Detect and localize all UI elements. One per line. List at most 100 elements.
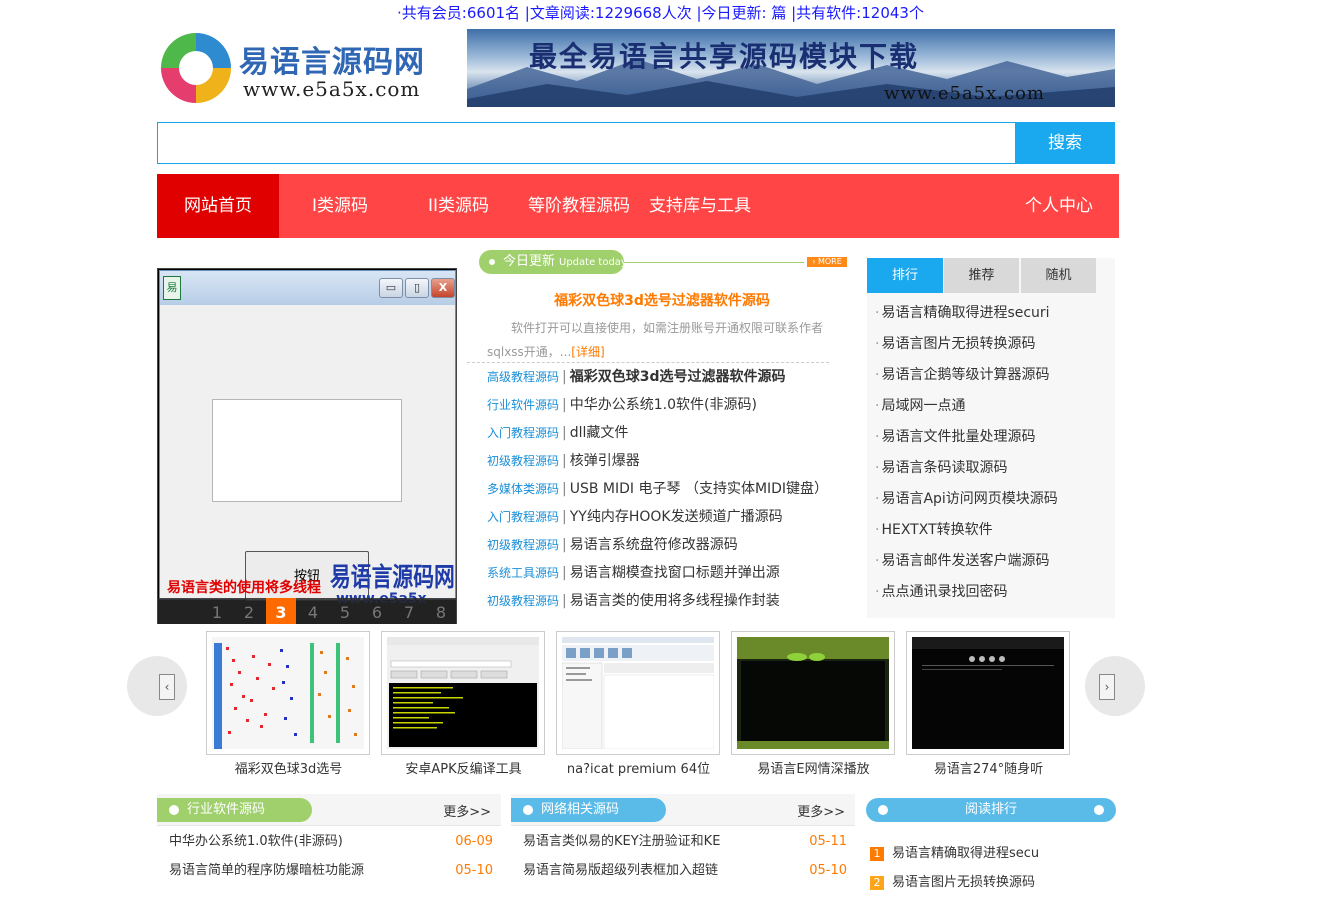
- nav-item-class2[interactable]: II类源码: [401, 174, 516, 238]
- ranking-panel: 排行 推荐 随机 易语言精确取得进程securi 易语言图片无损转换源码 易语言…: [867, 258, 1115, 618]
- nav-item-class1[interactable]: I类源码: [279, 174, 401, 238]
- minimize-icon: ▭: [379, 278, 403, 298]
- thumbnail-image[interactable]: [731, 631, 895, 755]
- featured-title[interactable]: 福彩双色球3d选号过滤器软件源码: [467, 290, 857, 310]
- list-item: 入门教程源码 | dll藏文件: [487, 425, 629, 441]
- thumbnail-carousel: ‹ › 福彩双色球3d选号 安卓APK反编译工具 na?icat premium…: [127, 624, 1145, 784]
- carousel-next-button[interactable]: ›: [1085, 656, 1145, 716]
- slide-page-2[interactable]: 2: [234, 598, 264, 627]
- item-category[interactable]: 多媒体类源码: [487, 482, 559, 496]
- item-category[interactable]: 初级教程源码: [487, 538, 559, 552]
- slide-page-3[interactable]: 3: [266, 598, 296, 627]
- close-icon: X: [431, 278, 455, 298]
- item-title[interactable]: 易语言系统盘符修改器源码: [570, 537, 738, 553]
- carousel-prev-button[interactable]: ‹: [127, 656, 187, 716]
- tab-recommended[interactable]: 推荐: [944, 258, 1019, 293]
- header-banner: 最全易语言共享源码模块下载 www.e5a5x.com: [467, 29, 1115, 107]
- thumbnail-caption[interactable]: 福彩双色球3d选号: [201, 758, 376, 777]
- chevron-right-icon: ›: [1099, 674, 1115, 700]
- slide-page-8[interactable]: 8: [426, 598, 456, 627]
- item-category[interactable]: 系统工具源码: [487, 566, 559, 580]
- maximize-icon: ▯: [405, 278, 429, 298]
- ranking-item[interactable]: 易语言图片无损转换源码: [875, 329, 1035, 360]
- list-item[interactable]: 易语言简易版超级列表框加入超链 05-10: [523, 857, 847, 885]
- item-title[interactable]: USB MIDI 电子琴 （支持实体MIDI键盘）: [570, 481, 828, 497]
- item-category[interactable]: 行业软件源码: [487, 398, 559, 412]
- ranking-item[interactable]: 点点通讯录找回密码: [875, 577, 1007, 608]
- thumbnail-caption[interactable]: 易语言E网情深播放: [726, 758, 901, 777]
- thumbnail-caption[interactable]: na?icat premium 64位: [551, 758, 726, 777]
- list-item[interactable]: 易语言简单的程序防爆暗桩功能源 05-10: [169, 857, 493, 885]
- site-logo[interactable]: 易语言源码网 www.e5a5x.com: [157, 29, 467, 107]
- slide-page-1[interactable]: 1: [202, 598, 232, 627]
- list-item[interactable]: 中华办公系统1.0软件(非源码) 06-09: [169, 828, 493, 856]
- thumbnail-image[interactable]: [206, 631, 370, 755]
- featured-detail-link[interactable]: [详细]: [571, 345, 604, 359]
- box-title: 行业软件源码: [157, 798, 312, 822]
- nav-item-tutorials[interactable]: 等阶教程源码: [525, 174, 633, 238]
- search-button[interactable]: 搜索: [1015, 122, 1115, 164]
- list-item: 初级教程源码 | 核弹引爆器: [487, 453, 640, 469]
- ranking-item[interactable]: 2 易语言图片无损转换源码: [870, 869, 1035, 897]
- slide-caption[interactable]: 易语言类的使用将多线程: [167, 577, 321, 597]
- ranking-item[interactable]: 易语言Api访问网页模块源码: [875, 484, 1057, 515]
- item-title[interactable]: dll藏文件: [570, 425, 629, 441]
- item-category[interactable]: 入门教程源码: [487, 426, 559, 440]
- thumbnail-caption[interactable]: 安卓APK反编译工具: [376, 758, 551, 777]
- nav-item-user-center[interactable]: 个人中心: [1013, 174, 1105, 238]
- item-title[interactable]: 易语言类的使用将多线程操作封装: [570, 593, 780, 609]
- slide-page-4[interactable]: 4: [298, 598, 328, 627]
- item-title[interactable]: 易语言糊模查找窗口标题并弹出源: [570, 565, 780, 581]
- navicat-image: [562, 637, 714, 749]
- nav-item-home[interactable]: 网站首页: [157, 174, 279, 238]
- ranking-item[interactable]: 易语言条码读取源码: [875, 453, 1007, 484]
- thumbnail-caption[interactable]: 易语言274°随身听: [901, 758, 1076, 777]
- window-titlebar: 易 ▭ ▯ X: [160, 271, 455, 305]
- bullet-icon: [169, 805, 179, 815]
- bullet-icon: [523, 805, 533, 815]
- item-title[interactable]: 核弹引爆器: [570, 453, 640, 469]
- today-heading: 今日更新 Update today: [479, 250, 627, 274]
- more-link[interactable]: 更多>>: [797, 801, 845, 820]
- today-updates: 今日更新 Update today › MORE 福彩双色球3d选号过滤器软件源码…: [467, 248, 857, 618]
- item-title[interactable]: YY纯内存HOOK发送频道广播源码: [570, 509, 783, 525]
- search-input[interactable]: [157, 122, 1015, 164]
- tab-random[interactable]: 随机: [1021, 258, 1096, 293]
- box-header: 阅读排行: [866, 794, 1116, 826]
- slide-page-7[interactable]: 7: [394, 598, 424, 627]
- thumbnail-image[interactable]: [556, 631, 720, 755]
- list-item: 入门教程源码 | YY纯内存HOOK发送频道广播源码: [487, 509, 783, 525]
- item-category[interactable]: 高级教程源码: [487, 370, 559, 384]
- tab-ranking[interactable]: 排行: [867, 258, 943, 293]
- list-item[interactable]: 易语言类似易的KEY注册验证和KE 05-11: [523, 828, 847, 856]
- bullet-icon: [1094, 805, 1104, 815]
- bullet-icon: [878, 805, 888, 815]
- player-image: [737, 637, 889, 749]
- more-link[interactable]: 更多>>: [443, 801, 491, 820]
- thumbnail-image[interactable]: [906, 631, 1070, 755]
- today-heading-label: 今日更新: [503, 254, 556, 269]
- item-category[interactable]: 初级教程源码: [487, 594, 559, 608]
- ranking-item[interactable]: 局域网一点通: [875, 391, 965, 422]
- logo-url: www.e5a5x.com: [243, 77, 421, 101]
- ranking-item[interactable]: 易语言邮件发送客户端源码: [875, 546, 1049, 577]
- ranking-item[interactable]: 易语言精确取得进程securi: [875, 298, 1049, 329]
- ranking-item[interactable]: 易语言文件批量处理源码: [875, 422, 1035, 453]
- slide-page-6[interactable]: 6: [362, 598, 392, 627]
- featured-slideshow[interactable]: 易 ▭ ▯ X 按钮 易语言源码网 www.e5a5x 易语言类的使用将多线程 …: [157, 268, 457, 628]
- slide-page-5[interactable]: 5: [330, 598, 360, 627]
- ranking-item[interactable]: 1 易语言精确取得进程secu: [870, 840, 1039, 868]
- network-source-box: 网络相关源码 更多>> 易语言类似易的KEY注册验证和KE 05-11 易语言简易…: [511, 794, 855, 894]
- site-stats: ·共有会员:6601名 |文章阅读:1229668人次 |今日更新: 篇 |共有…: [397, 4, 924, 22]
- logo-circle-icon: [161, 33, 231, 103]
- list-item: 初级教程源码 | 易语言系统盘符修改器源码: [487, 537, 738, 553]
- nav-item-tools[interactable]: 支持库与工具: [645, 174, 755, 238]
- item-title[interactable]: 福彩双色球3d选号过滤器软件源码: [570, 369, 786, 385]
- more-link[interactable]: › MORE: [807, 257, 847, 267]
- ranking-item[interactable]: 易语言企鹅等级计算器源码: [875, 360, 1049, 391]
- item-category[interactable]: 入门教程源码: [487, 510, 559, 524]
- ranking-item[interactable]: HEXTXT转换软件: [875, 515, 992, 546]
- item-category[interactable]: 初级教程源码: [487, 454, 559, 468]
- item-title[interactable]: 中华办公系统1.0软件(非源码): [570, 397, 757, 413]
- thumbnail-image[interactable]: [381, 631, 545, 755]
